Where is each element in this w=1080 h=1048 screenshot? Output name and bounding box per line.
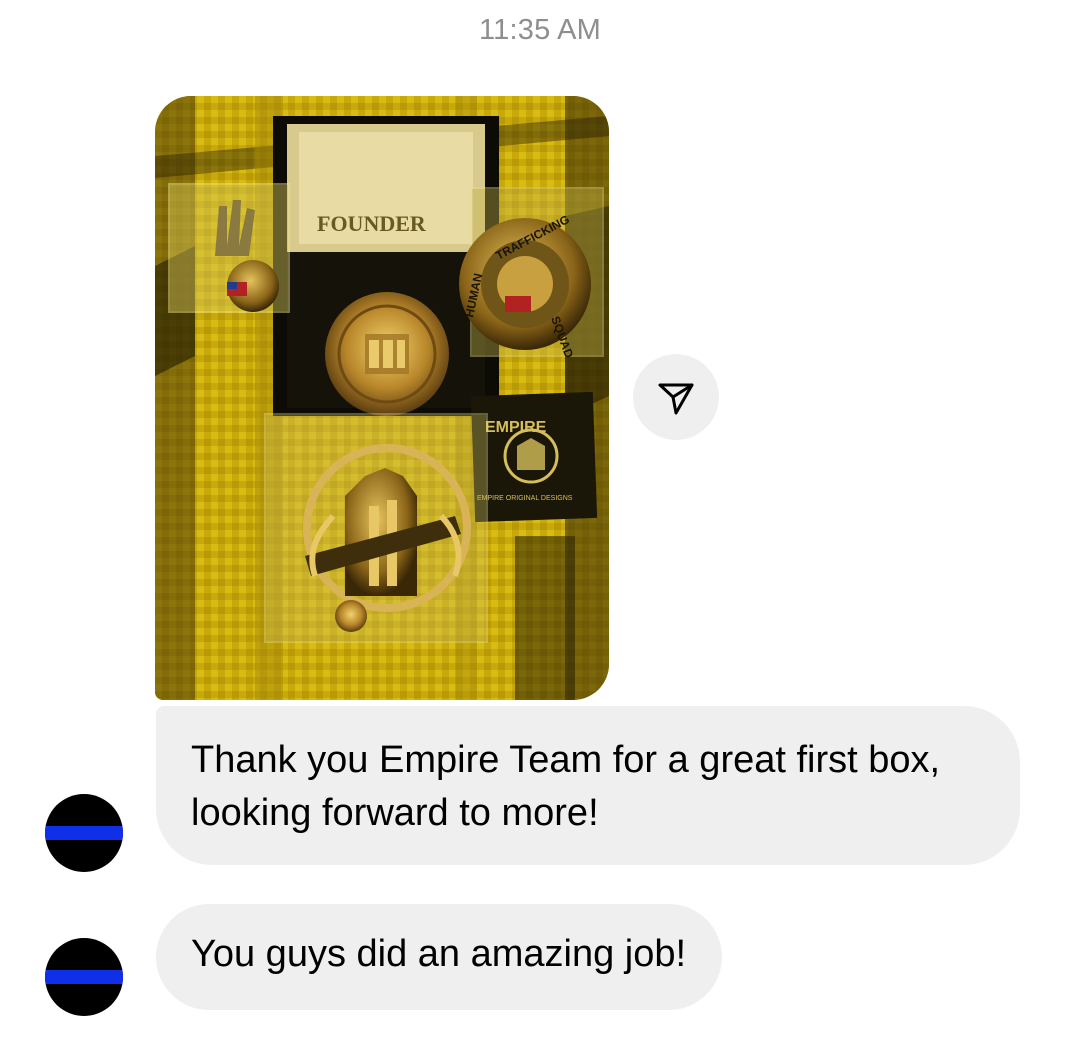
sender-avatar[interactable] <box>45 938 123 1016</box>
photo-coins-image: FOUNDER TRAFFICKING HUMAN SQUAD EMPIRE E… <box>155 96 609 700</box>
photo-message[interactable]: FOUNDER TRAFFICKING HUMAN SQUAD EMPIRE E… <box>155 96 609 700</box>
message-bubble[interactable]: Thank you Empire Team for a great first … <box>156 706 1020 865</box>
card-footer: EMPIRE ORIGINAL DESIGNS <box>477 495 573 502</box>
sender-avatar[interactable] <box>45 794 123 872</box>
message-timestamp: 11:35 AM <box>479 14 601 46</box>
message-bubble[interactable]: You guys did an amazing job! <box>156 904 723 1010</box>
thin-blue-line-avatar-icon <box>45 826 123 840</box>
send-icon <box>658 383 694 415</box>
message-text: Thank you Empire Team for a great first … <box>191 739 941 834</box>
message-text: You guys did an amazing job! <box>191 933 687 975</box>
share-button[interactable] <box>633 354 719 440</box>
box-label: FOUNDER <box>317 211 427 236</box>
thin-blue-line-avatar-icon <box>45 970 123 984</box>
